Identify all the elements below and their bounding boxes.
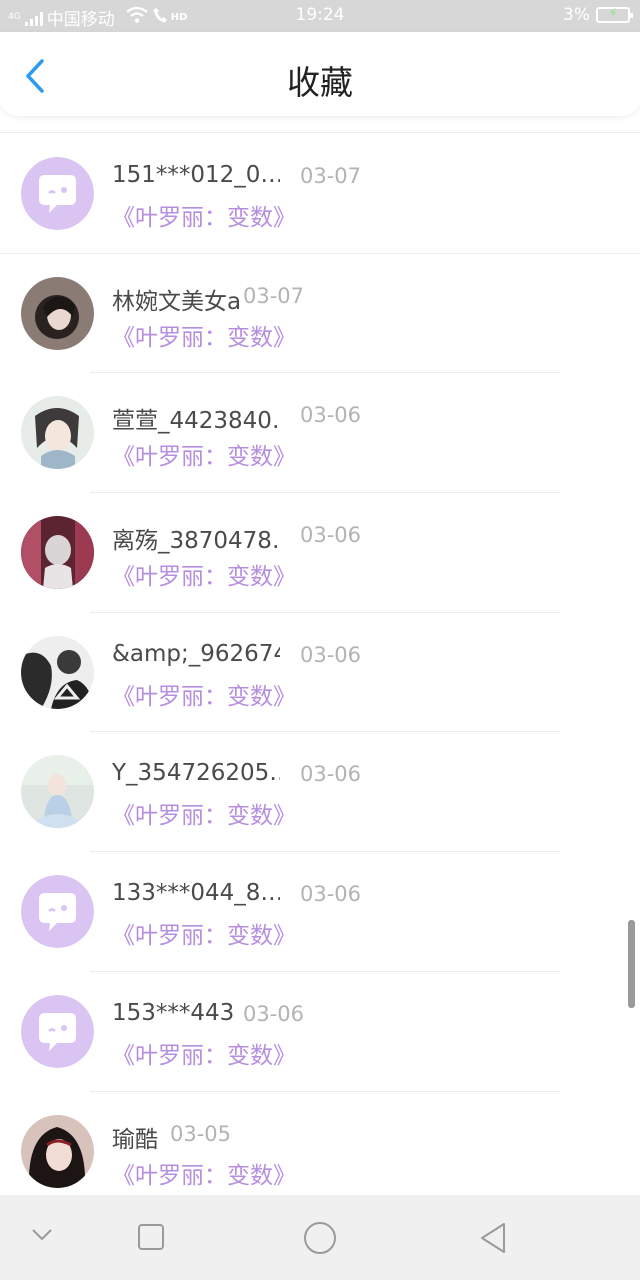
user-avatar xyxy=(21,755,94,829)
user-avatar xyxy=(21,276,94,350)
chevron-down-icon[interactable] xyxy=(30,1227,54,1247)
user-avatar xyxy=(21,1114,94,1188)
list-item[interactable]: 离殇_3870478… 03-06 《叶罗丽：变数》 xyxy=(0,493,640,613)
favorites-list: 151***012_0… 03-07 《叶罗丽：变数》 林婉文美女a 03-07… xyxy=(0,134,640,1211)
circle-home-icon[interactable] xyxy=(303,1221,337,1259)
status-time: 19:24 xyxy=(295,5,345,25)
user-name: 151***012_0… xyxy=(112,162,280,188)
page-title: 收藏 xyxy=(287,63,353,102)
user-name: Y_354726205… xyxy=(112,760,280,787)
list-item[interactable]: 133***044_8… 03-06 《叶罗丽：变数》 xyxy=(0,852,640,972)
book-title: 《叶罗丽：变数》 xyxy=(112,444,296,471)
user-name: 离殇_3870478… xyxy=(112,528,280,555)
user-name: 林婉文美女a xyxy=(112,288,242,315)
item-date: 03-07 xyxy=(243,283,305,308)
item-date: 03-06 xyxy=(300,642,362,667)
book-title: 《叶罗丽：变数》 xyxy=(112,803,296,830)
item-date: 03-06 xyxy=(300,762,362,787)
default-avatar-icon xyxy=(21,157,94,230)
user-name: 153***443 xyxy=(112,999,235,1026)
default-avatar-icon xyxy=(21,994,94,1068)
item-date: 03-05 xyxy=(170,1121,232,1146)
user-avatar xyxy=(21,396,94,470)
list-item[interactable]: Y_354726205… 03-06 《叶罗丽：变数》 xyxy=(0,732,640,853)
user-avatar xyxy=(21,516,94,590)
book-title: 《叶罗丽：变数》 xyxy=(112,923,296,950)
header-bar: 收藏 xyxy=(0,32,640,116)
list-item[interactable]: &amp;_962674… 03-06 《叶罗丽：变数》 xyxy=(0,613,640,733)
list-item[interactable]: 瑜酷 03-05 《叶罗丽：变数》 xyxy=(0,1092,640,1212)
triangle-back-icon[interactable] xyxy=(478,1221,508,1259)
book-title: 《叶罗丽：变数》 xyxy=(112,1042,296,1069)
user-name: 133***044_8… xyxy=(112,880,280,907)
user-name: 萱萱_4423840… xyxy=(112,408,280,435)
divider xyxy=(0,132,640,133)
status-bar: 4G 中国移动 HD 19:24 3% ⚡ xyxy=(0,0,640,32)
book-title: 《叶罗丽：变数》 xyxy=(112,324,296,351)
book-title: 《叶罗丽：变数》 xyxy=(112,683,296,710)
list-item[interactable]: 153***443 03-06 《叶罗丽：变数》 xyxy=(0,972,640,1092)
book-title: 《叶罗丽：变数》 xyxy=(112,564,296,591)
user-avatar xyxy=(21,635,94,709)
list-item[interactable]: 萱萱_4423840… 03-06 《叶罗丽：变数》 xyxy=(0,373,640,494)
item-date: 03-06 xyxy=(300,523,362,548)
status-right: 3% ⚡ xyxy=(563,5,633,25)
item-date: 03-06 xyxy=(300,882,362,907)
item-date: 03-06 xyxy=(243,1001,305,1026)
list-item[interactable]: 林婉文美女a 03-07 《叶罗丽：变数》 xyxy=(0,254,640,374)
battery-percent: 3% xyxy=(563,5,590,25)
square-recents-icon[interactable] xyxy=(137,1223,165,1255)
user-name: &amp;_962674… xyxy=(112,640,280,667)
battery-icon: ⚡ xyxy=(596,6,633,23)
default-avatar-icon xyxy=(21,875,94,949)
user-name: 瑜酷 xyxy=(112,1126,158,1153)
item-date: 03-06 xyxy=(300,403,362,428)
list-item[interactable]: 151***012_0… 03-07 《叶罗丽：变数》 xyxy=(0,134,640,254)
book-title: 《叶罗丽：变数》 xyxy=(112,1162,296,1189)
book-title: 《叶罗丽：变数》 xyxy=(112,205,296,231)
system-nav-bar xyxy=(0,1195,640,1280)
item-date: 03-07 xyxy=(300,164,362,188)
scrollbar[interactable] xyxy=(628,920,635,1008)
